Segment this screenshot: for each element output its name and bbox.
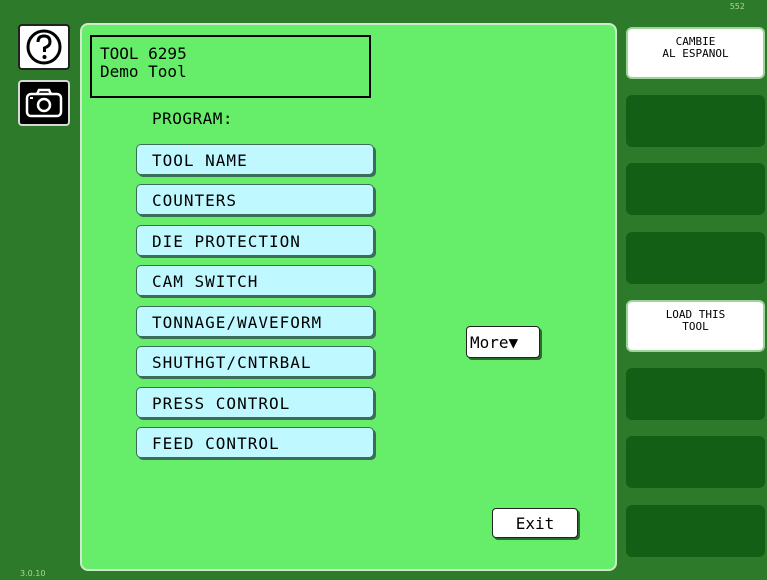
side-button-empty-2 [626, 95, 765, 147]
main-panel: TOOL 6295 Demo Tool PROGRAM: TOOL NAME C… [80, 23, 617, 571]
more-button[interactable]: More▼ [466, 326, 540, 358]
camera-icon [25, 88, 63, 118]
feed-control-button[interactable]: FEED CONTROL [136, 427, 374, 458]
tool-number: TOOL 6295 [100, 44, 187, 63]
side-button-empty-3 [626, 163, 765, 215]
help-button[interactable] [18, 24, 70, 70]
load-this-tool-button[interactable]: LOAD THIS TOOL [626, 300, 765, 352]
cam-switch-button[interactable]: CAM SWITCH [136, 265, 374, 296]
version-label: 3.0.10 [20, 569, 46, 578]
shuthgt-cntrbal-button[interactable]: SHUTHGT/CNTRBAL [136, 346, 374, 377]
tool-info-box: TOOL 6295 Demo Tool [90, 35, 371, 98]
tonnage-waveform-button[interactable]: TONNAGE/WAVEFORM [136, 306, 374, 337]
exit-button[interactable]: Exit [492, 508, 578, 538]
side-button-empty-4 [626, 232, 765, 284]
side-button-line2: AL ESPANOL [662, 47, 729, 60]
tool-name-button[interactable]: TOOL NAME [136, 144, 374, 175]
side-button-line2: TOOL [682, 320, 709, 333]
spanish-language-button[interactable]: CAMBIE AL ESPANOL [626, 27, 765, 79]
side-button-empty-6 [626, 368, 765, 420]
side-button-empty-8 [626, 505, 765, 557]
tool-name: Demo Tool [100, 62, 187, 81]
question-mark-icon [26, 29, 62, 65]
counters-button[interactable]: COUNTERS [136, 184, 374, 215]
press-control-button[interactable]: PRESS CONTROL [136, 387, 374, 418]
program-label: PROGRAM: [152, 109, 234, 128]
screen-number: 552 [729, 2, 745, 11]
die-protection-button[interactable]: DIE PROTECTION [136, 225, 374, 256]
camera-button[interactable] [18, 80, 70, 126]
side-button-empty-7 [626, 436, 765, 488]
